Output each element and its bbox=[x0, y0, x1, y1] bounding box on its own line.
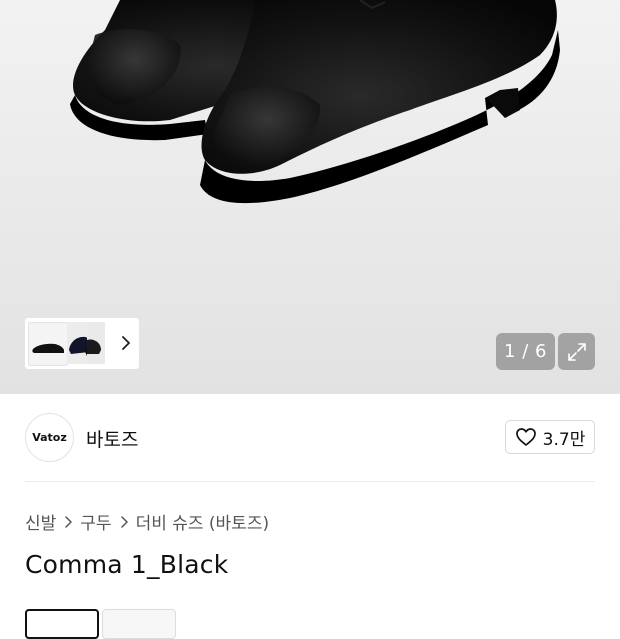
chevron-right-icon[interactable] bbox=[119, 334, 133, 352]
breadcrumb-item-current[interactable]: 더비 슈즈 (바토즈) bbox=[136, 509, 270, 534]
breadcrumb-item-subcategory[interactable]: 구두 bbox=[80, 509, 111, 534]
chevron-right-icon bbox=[118, 515, 130, 529]
product-image-gallery[interactable]: 1 / 6 bbox=[0, 0, 620, 394]
divider bbox=[25, 481, 595, 482]
like-button[interactable]: 3.7만 bbox=[505, 420, 595, 454]
like-count: 3.7만 bbox=[542, 429, 586, 450]
expand-button[interactable] bbox=[558, 333, 595, 370]
image-counter: 1 / 6 bbox=[496, 333, 555, 370]
option-chip-selected[interactable] bbox=[25, 609, 99, 639]
breadcrumb-item-category[interactable]: 신발 bbox=[25, 509, 56, 534]
product-title: Comma 1_Black bbox=[25, 550, 229, 579]
heart-outline-icon bbox=[515, 428, 536, 446]
brand-name[interactable]: 바토즈 bbox=[86, 425, 138, 452]
brand-logo[interactable]: Vatoz bbox=[25, 413, 74, 462]
thumbnail-1[interactable] bbox=[28, 322, 68, 366]
chevron-right-icon bbox=[62, 515, 74, 529]
thumbnail-3[interactable] bbox=[87, 322, 105, 364]
brand-row: Vatoz 바토즈 3.7만 bbox=[25, 412, 595, 464]
breadcrumb: 신발 구두 더비 슈즈 (바토즈) bbox=[25, 509, 269, 534]
option-chip[interactable] bbox=[102, 609, 176, 639]
thumbnail-strip[interactable] bbox=[25, 318, 139, 369]
expand-icon bbox=[567, 342, 586, 361]
